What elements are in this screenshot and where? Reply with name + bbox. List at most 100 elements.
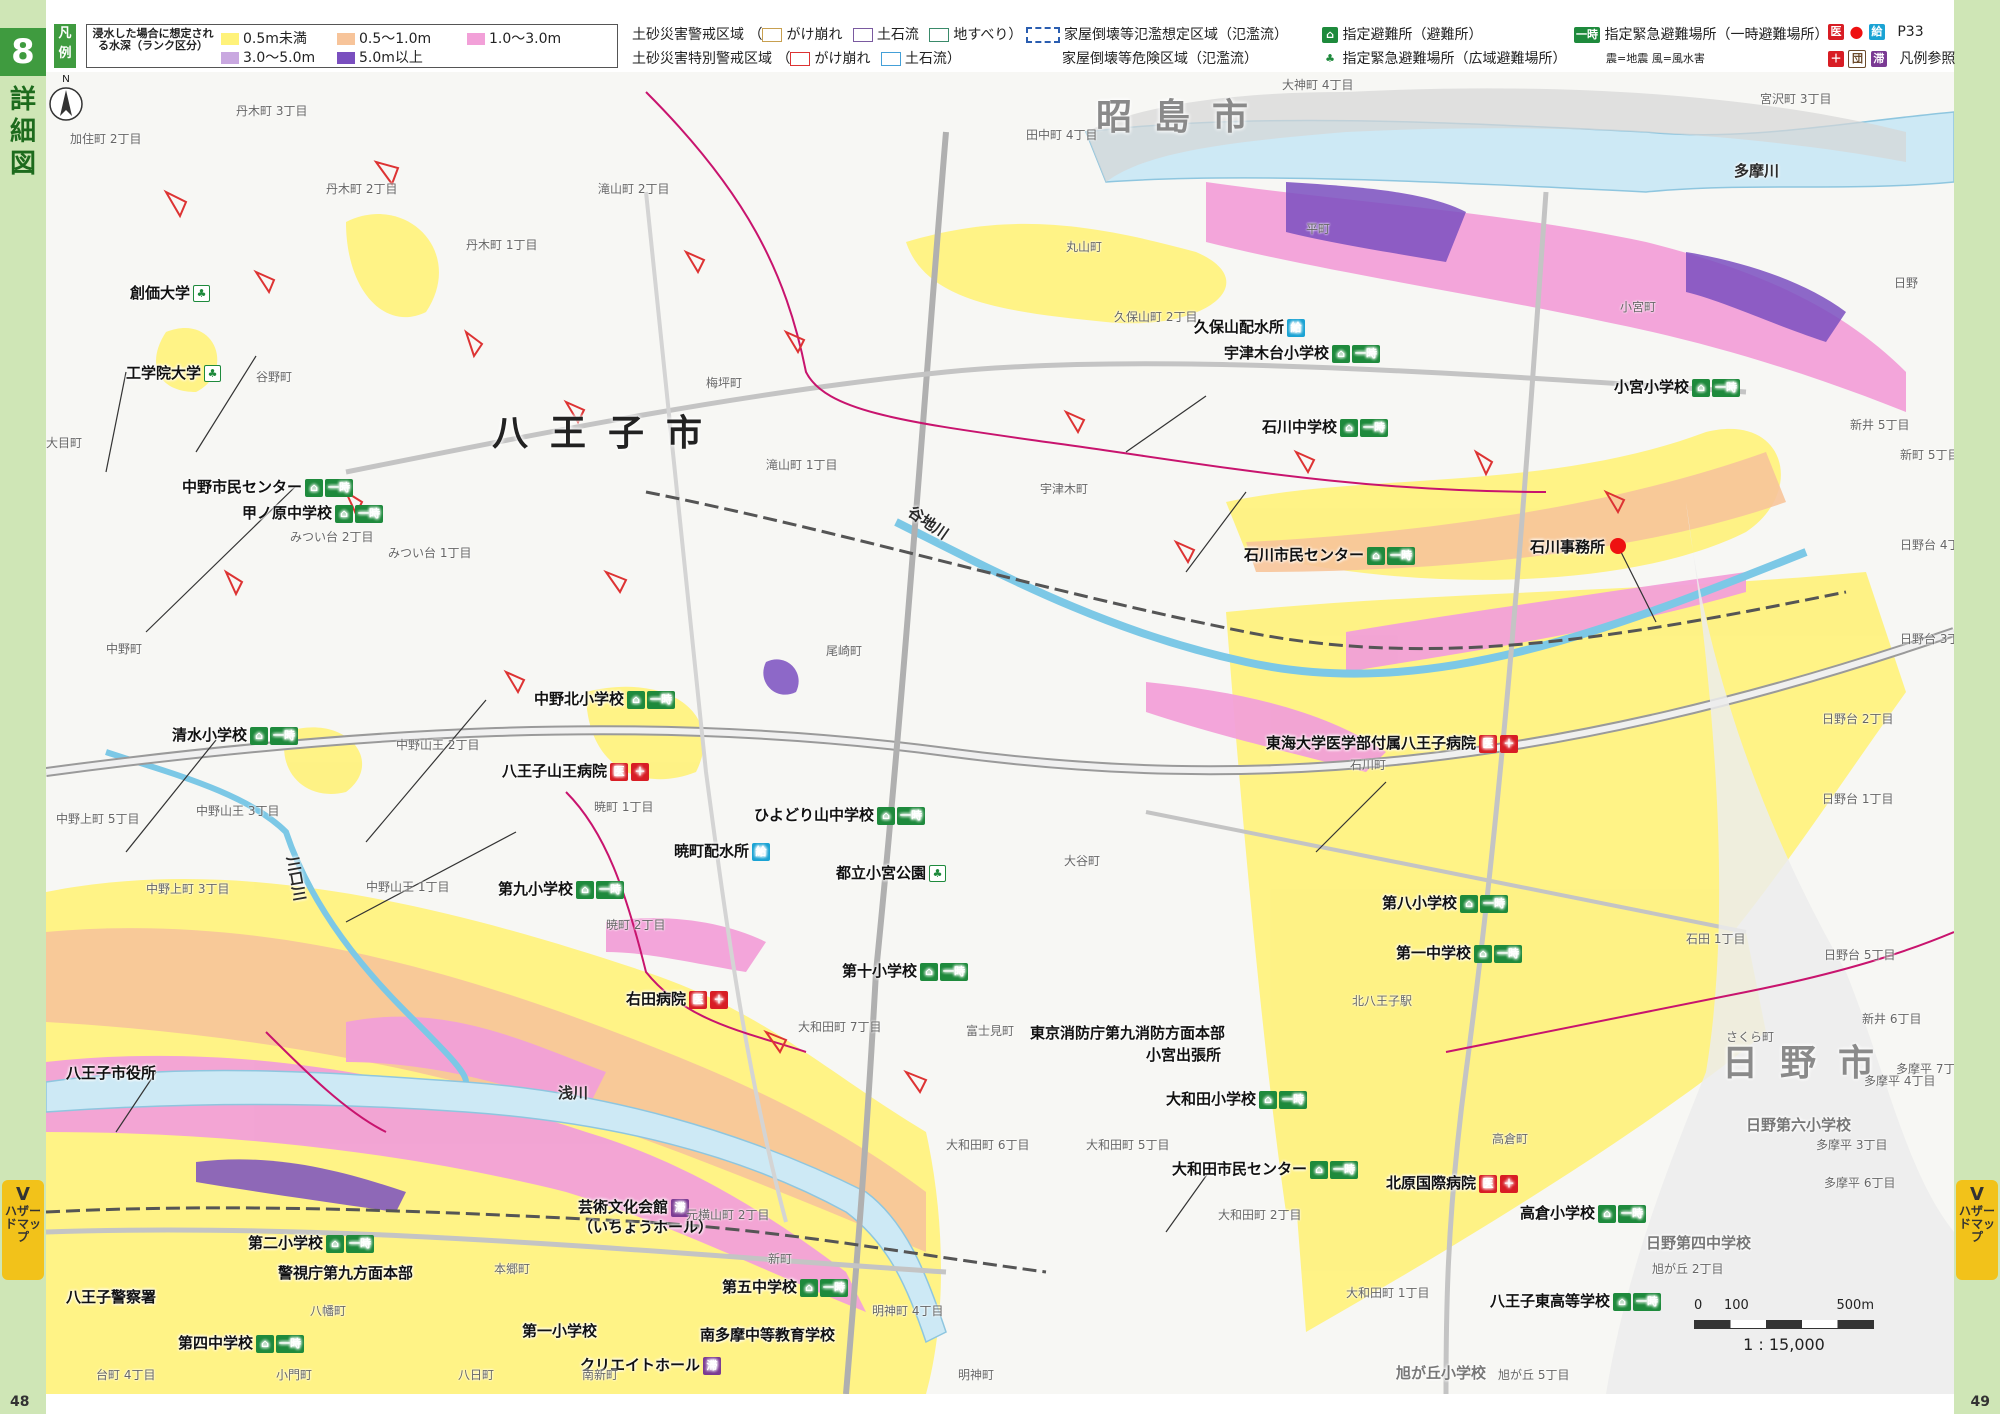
facility-police-station[interactable]: 八王子警察署 <box>66 1286 156 1307</box>
facility-tokai-hospital[interactable]: 東海大学医学部付属八王子病院医＋ <box>1266 732 1519 753</box>
legend-evac-temp: 一時 指定緊急避難場所（一時避難場所） <box>1574 27 1829 43</box>
depth-swatch-5 <box>337 52 355 64</box>
facility-daiichi-jhs[interactable]: 第一中学校 ⌂ 一時 <box>1396 942 1523 963</box>
temp-evac-icon: 一時 <box>820 1278 849 1297</box>
legend-evac-shelter: ⌂ 指定避難所（避難所） <box>1322 24 1482 44</box>
facility-daiyon-jhs[interactable]: 第四中学校 ⌂ 一時 <box>178 1332 305 1353</box>
facility-owada-center[interactable]: 大和田市民センター ⌂ 一時 <box>1172 1158 1359 1179</box>
debris-special-swatch <box>880 52 901 66</box>
area-label: 中野山王 1丁目 <box>366 880 450 894</box>
facility-kuboyama-water[interactable]: 久保山配水所給 <box>1194 316 1306 337</box>
facility-ishikawa-jhs[interactable]: 石川中学校 ⌂ 一時 <box>1262 416 1389 437</box>
depth-legend-title: 浸水した場合に想定される水深（ランク区分） <box>92 27 214 52</box>
shelter-icon: ⌂ <box>920 962 939 981</box>
map-canvas[interactable]: 八王子市 昭島市 日野市 多摩川 谷地川 浅川 川口川 創価大学 ♣ 工学院大学 ♣… <box>46 72 1954 1394</box>
facility-fire-hq[interactable]: 東京消防庁第九消防方面本部 <box>1030 1022 1225 1043</box>
area-label: 加住町 2丁目 <box>70 132 142 146</box>
facility-higashi-hs[interactable]: 八王子東高等学校 ⌂ 一時 <box>1490 1290 1662 1311</box>
left-chapter-tab[interactable]: V ハザードマップ <box>2 1180 44 1280</box>
facility-ishikawa-center[interactable]: 石川市民センター ⌂ 一時 <box>1244 544 1416 565</box>
facility-migita-hospital[interactable]: 右田病院医＋ <box>626 988 729 1009</box>
scale-bar: 0 100 500m 1 : 15,000 <box>1694 1298 1874 1354</box>
temp-evac-icon: 一時 <box>1712 378 1741 397</box>
facility-minamitama-school[interactable]: 南多摩中等教育学校 <box>700 1324 835 1345</box>
temp-evac-icon: 一時 <box>325 478 354 497</box>
temp-evac-icon: 一時 <box>1574 27 1600 43</box>
river-label-asakawa: 浅川 <box>558 1084 589 1102</box>
right-tab-letter: V <box>1970 1184 1984 1205</box>
depth-swatch-2 <box>337 33 355 45</box>
depth-rank-1: 0.5m未満 <box>221 28 307 48</box>
facility-hiyodoriyama-jhs[interactable]: ひよどり山中学校 ⌂ 一時 <box>754 804 926 825</box>
temp-evac-icon: 一時 <box>897 806 926 825</box>
facility-komiya-branch[interactable]: 小宮出張所 <box>1146 1044 1221 1065</box>
area-label: 台町 4丁目 <box>96 1368 156 1382</box>
facility-daigo-jhs[interactable]: 第五中学校 ⌂ 一時 <box>722 1276 849 1297</box>
wide-area-evac-icon: ♣ <box>193 285 211 302</box>
shelter-icon: ⌂ <box>1474 944 1493 963</box>
city-label-akishima: 昭島市 <box>1096 97 1271 138</box>
legend-quake-note: 震=地震 風=風水害 <box>1606 52 1705 65</box>
facility-ishikawa-office[interactable]: 石川事務所 <box>1530 536 1605 557</box>
facility-daihachi-es[interactable]: 第八小学校 ⌂ 一時 <box>1382 892 1509 913</box>
shelter-icon: ⌂ <box>305 478 324 497</box>
facility-nakanokita-es[interactable]: 中野北小学校 ⌂ 一時 <box>534 688 676 709</box>
facility-kounohara-jhs[interactable]: 甲ノ原中学校 ⌂ 一時 <box>242 502 384 523</box>
page-number-right: 49 <box>1970 1394 1990 1410</box>
facility-hino6-es[interactable]: 日野第六小学校 <box>1746 1114 1851 1135</box>
facility-akatsuki-water[interactable]: 暁町配水所給 <box>674 840 771 861</box>
section-number: 8 <box>0 28 46 76</box>
water-supply-icon: 給 <box>752 842 771 861</box>
map-graphics <box>46 88 1954 1394</box>
area-label: 大目町 <box>46 436 83 450</box>
facility-takakura-es[interactable]: 高倉小学校 ⌂ 一時 <box>1520 1202 1647 1223</box>
area-label: 中野町 <box>106 642 143 656</box>
shelter-icon: ⌂ <box>1367 546 1386 565</box>
area-label: 元横山町 2丁目 <box>686 1208 770 1222</box>
facility-daini-es[interactable]: 第二小学校 ⌂ 一時 <box>248 1232 375 1253</box>
facility-sanno-hospital[interactable]: 八王子山王病院医＋ <box>502 760 650 781</box>
area-label: 大神町 4丁目 <box>1282 78 1354 92</box>
area-label: 中野山王 2丁目 <box>396 738 480 752</box>
facility-police-hq[interactable]: 警視庁第九方面本部 <box>278 1262 413 1283</box>
facility-shimizu-es[interactable]: 清水小学校 ⌂ 一時 <box>172 724 299 745</box>
north-label: N <box>62 74 69 85</box>
area-label: 丹木町 2丁目 <box>326 182 398 196</box>
shelter-icon: ⌂ <box>1598 1204 1617 1223</box>
facility-hino4-jhs[interactable]: 日野第四中学校 <box>1646 1232 1751 1253</box>
cross-icon: ＋ <box>1500 734 1519 753</box>
area-label: 旭が丘 2丁目 <box>1652 1262 1724 1276</box>
right-chapter-tab[interactable]: V ハザードマップ <box>1956 1180 1998 1280</box>
area-label: 谷野町 <box>256 370 293 384</box>
area-label: 大和田町 1丁目 <box>1346 1286 1430 1300</box>
facility-soka-univ[interactable]: 創価大学 ♣ <box>130 282 211 303</box>
area-label: 日野台 2丁目 <box>1822 712 1894 726</box>
area-label: 北八王子駅 <box>1352 994 1413 1008</box>
facility-kitahara-hospital[interactable]: 北原国際病院医＋ <box>1386 1172 1519 1193</box>
area-label: 大和田町 2丁目 <box>1218 1208 1302 1222</box>
facility-art-hall[interactable]: 芸術文化会館滞 <box>578 1196 690 1217</box>
facility-komiya-park[interactable]: 都立小宮公園 ♣ <box>836 862 947 883</box>
shelter-icon: ⌂ <box>256 1334 275 1353</box>
facility-daiichi-es[interactable]: 第一小学校 <box>522 1320 597 1341</box>
facility-city-hall[interactable]: 八王子市役所 <box>66 1062 156 1083</box>
facility-nakano-center[interactable]: 中野市民センター ⌂ 一時 <box>182 476 354 497</box>
water-supply-icon: 給 <box>1868 24 1885 40</box>
area-label: 丹木町 3丁目 <box>236 104 308 118</box>
house-collapse-swatch <box>1026 27 1060 43</box>
scale-ratio: 1 : 15,000 <box>1743 1335 1825 1354</box>
facility-komiya-es[interactable]: 小宮小学校 ⌂ 一時 <box>1614 376 1741 397</box>
water-supply-icon: 給 <box>1287 318 1306 337</box>
facility-kogakuin-univ[interactable]: 工学院大学 ♣ <box>126 362 222 383</box>
facility-daiku-es[interactable]: 第九小学校 ⌂ 一時 <box>498 878 625 899</box>
hospital-icon: 医 <box>610 762 629 781</box>
facility-utsukidai-es[interactable]: 宇津木台小学校 ⌂ 一時 <box>1224 342 1381 363</box>
cliff-alert-swatch <box>762 28 783 42</box>
area-label: みつい台 1丁目 <box>388 546 472 560</box>
area-label: 小宮町 <box>1620 300 1657 314</box>
facility-owada-es[interactable]: 大和田小学校 ⌂ 一時 <box>1166 1088 1308 1109</box>
facility-asahigaoka-es[interactable]: 旭が丘小学校 <box>1396 1362 1486 1383</box>
facility-daiju-es[interactable]: 第十小学校 ⌂ 一時 <box>842 960 969 981</box>
area-label: 日野台 4丁目 <box>1900 538 1954 552</box>
shelter-icon: ⌂ <box>335 504 354 523</box>
